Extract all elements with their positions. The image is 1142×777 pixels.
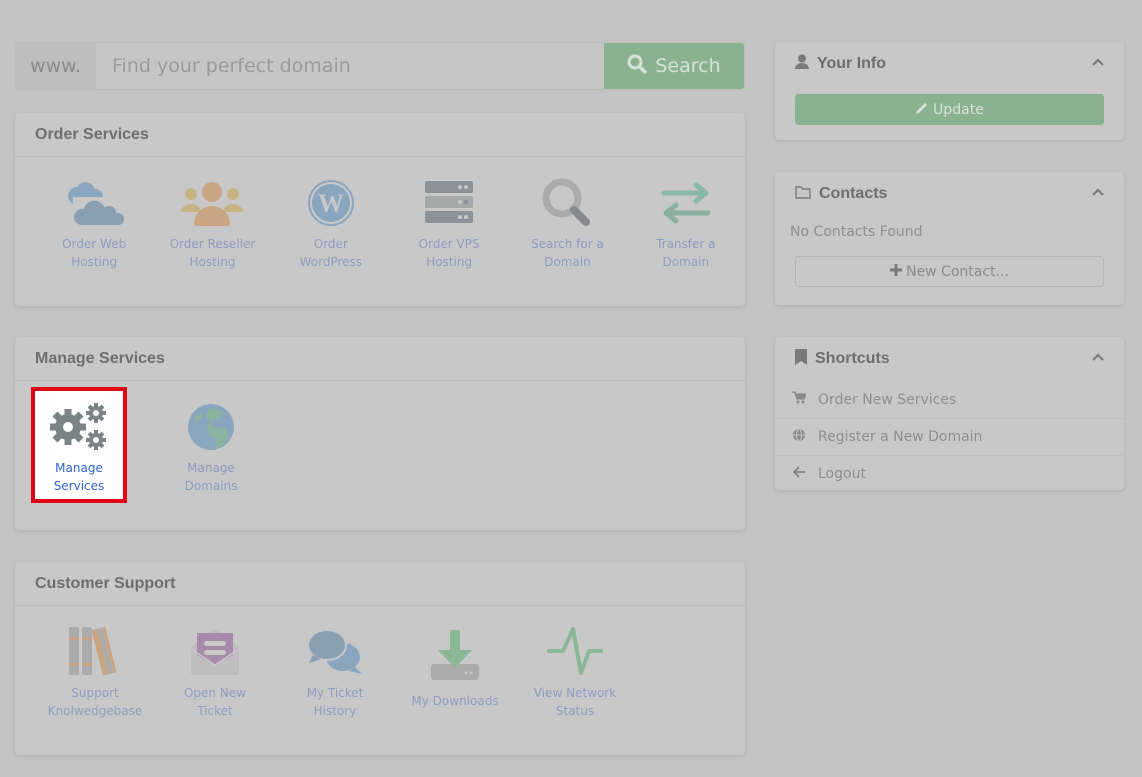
tile-ticket-history[interactable]: My Ticket History [275,606,395,722]
pulse-icon [543,626,607,678]
update-button[interactable]: Update [795,94,1104,125]
chevron-up-icon[interactable] [1092,55,1104,73]
your-info-panel: Your Info Update [775,42,1124,140]
search-button[interactable]: Search [604,43,744,89]
contacts-header[interactable]: Contacts [775,172,1124,216]
tile-label: Open New Ticket [183,686,247,718]
tile-label: My Downloads [411,694,499,708]
tile-order-reseller-hosting[interactable]: Order Reseller Hosting [153,157,271,273]
domain-search-bar: www. Search [15,42,745,90]
shortcut-label: Order New Services [818,391,957,408]
search-icon [627,54,648,79]
your-info-header[interactable]: Your Info [775,42,1124,86]
chat-bubbles-icon [303,626,367,678]
manage-services-panel: Manage Services Manage Services Manage D… [15,337,745,530]
www-prefix: www. [16,43,96,89]
contacts-title: Contacts [819,185,888,202]
tile-my-downloads[interactable]: My Downloads [395,606,515,722]
tile-label: Order VPS Hosting [418,237,480,269]
shortcut-label: Register a New Domain [818,429,983,445]
tile-support-knowledgebase[interactable]: Support Knolwedgebase [35,606,155,722]
magnifier-icon [535,177,599,229]
folder-icon [795,185,811,204]
tile-search-domain[interactable]: Search for a Domain [508,157,626,273]
globe-icon [179,401,243,453]
cart-icon [792,391,807,408]
tile-order-web-hosting[interactable]: Order Web Hosting [35,157,153,273]
tile-label: Order WordPress [299,237,363,269]
customer-support-panel: Customer Support Support Knolwedgebase O… [15,562,745,755]
bookmark-icon [795,348,807,370]
clouds-icon [62,177,126,229]
shortcuts-list: Order New Services Register a New Domain… [775,381,1124,492]
envelope-ticket-icon [183,626,247,678]
tile-network-status[interactable]: View Network Status [515,606,635,722]
tile-label: Order Web Hosting [62,237,127,269]
users-group-icon [180,177,244,229]
tile-label: Transfer a Domain [656,237,716,269]
transfer-arrows-icon [654,177,718,229]
plus-icon [890,263,903,280]
domain-search-input[interactable] [96,43,604,89]
contacts-panel: Contacts No Contacts Found New Contact..… [775,172,1124,305]
tile-order-wordpress[interactable]: W Order WordPress [272,157,390,273]
new-contact-label: New Contact... [906,263,1009,280]
download-icon [423,626,487,686]
tile-manage-domains[interactable]: Manage Domains [151,387,271,503]
customer-support-title: Customer Support [15,562,745,606]
tile-label: Support Knolwedgebase [47,686,143,718]
order-services-title: Order Services [15,113,745,157]
pencil-icon [915,101,929,119]
shortcuts-header[interactable]: Shortcuts [775,337,1124,381]
tile-manage-services[interactable]: Manage Services [31,387,127,503]
books-icon [63,626,127,678]
chevron-up-icon[interactable] [1092,350,1104,368]
no-contacts-text: No Contacts Found [790,224,923,240]
shortcuts-title: Shortcuts [815,350,890,367]
shortcut-label: Logout [818,466,866,482]
tile-label: Manage Services [53,461,105,493]
manage-services-title: Manage Services [15,337,745,381]
gears-icon [47,401,111,453]
tile-open-new-ticket[interactable]: Open New Ticket [155,606,275,722]
tile-label: Order Reseller Hosting [169,237,256,269]
your-info-title: Your Info [817,55,887,72]
tile-order-vps-hosting[interactable]: Order VPS Hosting [390,157,508,273]
tile-label: Search for a Domain [531,237,604,269]
search-button-label: Search [655,55,721,77]
new-contact-button[interactable]: New Contact... [795,256,1104,287]
tile-label: Manage Domains [184,461,238,493]
order-services-panel: Order Services Order Web Hosting Order R… [15,113,745,306]
shortcut-order-new-services[interactable]: Order New Services [775,381,1124,418]
shortcuts-panel: Shortcuts Order New Services Register a … [775,337,1124,490]
user-icon [795,54,809,75]
tile-label: View Network Status [533,686,617,718]
arrow-left-icon [792,466,806,482]
server-icon [417,177,481,229]
svg-text:W: W [318,189,344,218]
wordpress-icon: W [299,177,363,229]
tile-transfer-domain[interactable]: Transfer a Domain [627,157,745,273]
shortcut-register-domain[interactable]: Register a New Domain [775,418,1124,455]
globe-icon [792,428,806,446]
chevron-up-icon[interactable] [1092,185,1104,203]
tile-label: My Ticket History [306,686,364,718]
shortcut-logout[interactable]: Logout [775,455,1124,492]
update-button-label: Update [933,101,984,118]
